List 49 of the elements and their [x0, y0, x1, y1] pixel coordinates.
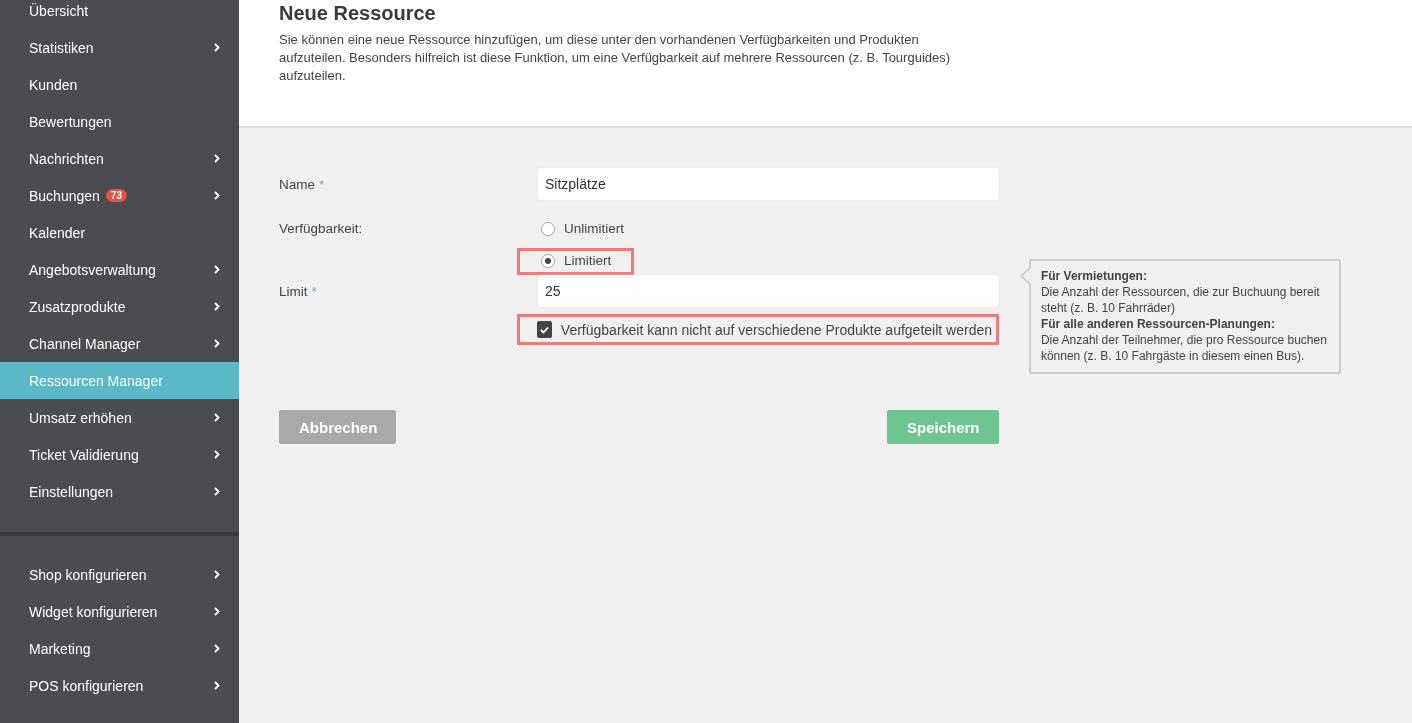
- name-field[interactable]: Sitzplätze: [538, 168, 999, 200]
- sidebar-item[interactable]: Kunden: [0, 66, 239, 103]
- sidebar-item[interactable]: Nachrichten: [0, 140, 239, 177]
- tooltip-text: Die Anzahl der Ressourcen, die zur Buchuung bereit steht (z. B. 10 Fahrräder): [1040, 285, 1320, 315]
- page-description: Sie können eine neue Ressource hinzufügen, um diese unter den vorhandenen Verfügbarkeiten und Produkten aufzuteilen. Besonders hilfreich ist diese Funktion, um eine Verfügbarkeit auf mehrere Ressourcen (z. B. Tourguides) aufzuteilen.: [279, 31, 952, 85]
- chevron-right-icon: [214, 413, 220, 422]
- sidebar-item[interactable]: Übersicht: [0, 0, 239, 29]
- chevron-right-icon: [214, 43, 220, 52]
- field-label: Name: [279, 176, 315, 192]
- chevron-right-icon: [214, 339, 220, 348]
- field-label: Verfügbarkeit:: [279, 220, 363, 236]
- sidebar-item[interactable]: Statistiken: [0, 29, 239, 66]
- sidebar-item[interactable]: Angebotsverwaltung: [0, 251, 239, 288]
- chevron-right-icon: [214, 191, 220, 200]
- sidebar-item[interactable]: POS konfigurieren: [0, 667, 239, 704]
- sidebar-item[interactable]: Zusatzprodukte: [0, 288, 239, 325]
- chevron-right-icon: [214, 644, 220, 653]
- sidebar-item[interactable]: Widget konfigurieren: [0, 593, 239, 630]
- sidebar-item[interactable]: Bewertungen: [0, 103, 239, 140]
- tooltip-text: Die Anzahl der Teilnehmer, die pro Ressource buchen können (z. B. 10 Fahrgäste in diesem einen Bus).: [1040, 333, 1327, 363]
- chevron-right-icon: [214, 487, 220, 496]
- required-mark: *: [319, 176, 325, 192]
- chevron-right-icon: [214, 450, 220, 459]
- field-label: Limit: [279, 283, 308, 299]
- chevron-right-icon: [214, 154, 220, 163]
- sidebar-item[interactable]: Channel Manager: [0, 325, 239, 362]
- required-mark: *: [311, 283, 317, 299]
- radio-icon: [541, 221, 555, 236]
- tooltip-heading: Für alle anderen Ressourcen-Planungen:: [1040, 316, 1276, 332]
- chevron-right-icon: [214, 302, 220, 311]
- chevron-right-icon: [214, 265, 220, 274]
- radio-option[interactable]: Unlimitiert: [517, 216, 647, 243]
- chevron-right-icon: [214, 607, 220, 616]
- radio-icon: [541, 253, 555, 268]
- count-badge: 73: [105, 189, 127, 202]
- sidebar-item[interactable]: Ticket Validierung: [0, 436, 239, 473]
- sidebar-item[interactable]: Kalender: [0, 214, 239, 251]
- checkbox-icon: [537, 321, 552, 338]
- split-checkbox[interactable]: Verfügbarkeit kann nicht auf verschiedene Produkte aufgeteilt werden: [517, 314, 999, 345]
- sidebar-item[interactable]: Buchungen 73: [0, 177, 239, 214]
- tooltip-heading: Für Vermietungen:: [1040, 268, 1148, 284]
- chevron-right-icon: [214, 570, 220, 579]
- sidebar-item[interactable]: Shop konfigurieren: [0, 556, 239, 593]
- limit-field[interactable]: 25: [538, 275, 999, 307]
- sidebar-item[interactable]: Einstellungen: [0, 473, 239, 510]
- page-title: Neue Ressource: [279, 1, 437, 26]
- sidebar-item[interactable]: Marketing: [0, 630, 239, 667]
- chevron-right-icon: [214, 681, 220, 690]
- sidebar-item[interactable]: Umsatz erhöhen: [0, 399, 239, 436]
